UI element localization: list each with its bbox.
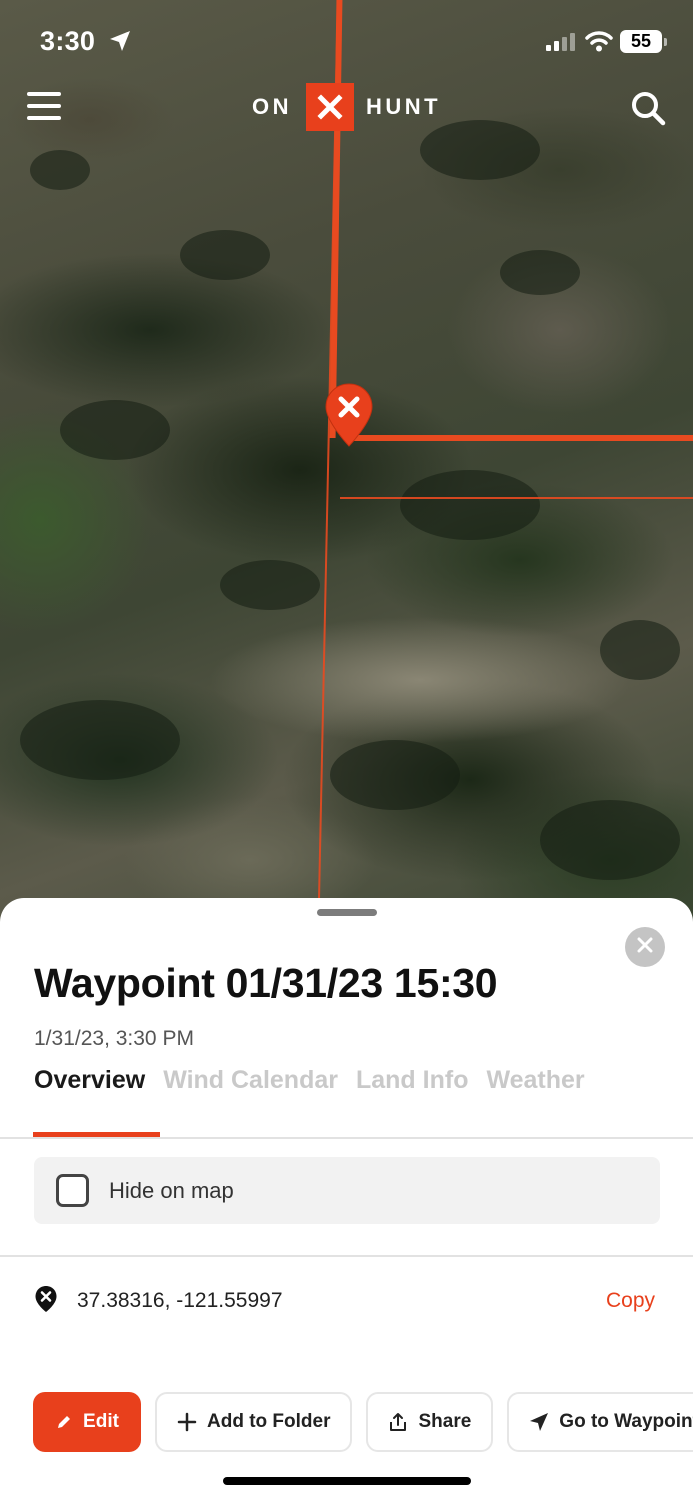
home-indicator	[223, 1477, 471, 1485]
edit-label: Edit	[83, 1411, 119, 1432]
property-boundary-line	[317, 0, 339, 940]
tab-wind-calendar[interactable]: Wind Calendar	[163, 1066, 338, 1095]
wifi-icon	[585, 30, 613, 57]
battery-icon: 55	[620, 30, 667, 53]
add-to-folder-button[interactable]: Add to Folder	[155, 1392, 353, 1452]
close-icon	[637, 937, 653, 958]
hide-on-map-toggle[interactable]: Hide on map	[34, 1157, 660, 1224]
location-arrow-icon	[109, 30, 131, 57]
status-bar: 3:30 55	[0, 0, 693, 80]
tab-land-info[interactable]: Land Info	[356, 1066, 468, 1095]
share-label: Share	[418, 1411, 472, 1432]
share-icon	[388, 1412, 408, 1432]
hide-on-map-label: Hide on map	[109, 1177, 234, 1203]
hide-on-map-checkbox[interactable]	[56, 1174, 89, 1207]
add-to-folder-label: Add to Folder	[207, 1411, 331, 1432]
waypoint-datetime: 1/31/23, 3:30 PM	[34, 1027, 194, 1050]
go-to-waypoint-button[interactable]: Go to Waypoint	[507, 1392, 693, 1452]
sheet-grabber[interactable]	[317, 909, 377, 916]
waypoint-detail-sheet: Waypoint 01/31/23 15:30 1/31/23, 3:30 PM…	[0, 898, 693, 1499]
logo-text-left: ON	[252, 94, 292, 119]
logo-x-icon	[306, 83, 354, 131]
go-to-waypoint-label: Go to Waypoint	[559, 1411, 693, 1432]
edit-button[interactable]: Edit	[33, 1392, 141, 1452]
property-boundary-line	[348, 435, 693, 441]
divider	[0, 1137, 693, 1139]
onx-hunt-logo: ON HUNT	[252, 82, 441, 132]
waypoint-pin-icon[interactable]	[324, 382, 374, 448]
tab-weather[interactable]: Weather	[486, 1066, 584, 1095]
logo-text-right: HUNT	[366, 94, 442, 119]
close-button[interactable]	[625, 927, 665, 967]
pencil-icon	[55, 1413, 73, 1431]
property-boundary-line	[340, 497, 693, 499]
map-view[interactable]	[0, 0, 693, 940]
plus-icon	[177, 1412, 197, 1432]
share-button[interactable]: Share	[366, 1392, 494, 1452]
divider	[0, 1255, 693, 1257]
copy-coordinates-button[interactable]: Copy	[606, 1289, 655, 1313]
coordinates-pin-icon	[34, 1285, 58, 1313]
tab-bar: Overview Wind Calendar Land Info Weather	[34, 1066, 603, 1095]
navigate-icon	[529, 1412, 549, 1432]
waypoint-title: Waypoint 01/31/23 15:30	[34, 960, 498, 1006]
search-icon[interactable]	[630, 90, 666, 126]
signal-icon	[546, 33, 576, 56]
menu-icon[interactable]	[27, 92, 61, 122]
tab-overview[interactable]: Overview	[34, 1066, 145, 1095]
coordinates-text: 37.38316, -121.55997	[77, 1289, 283, 1312]
status-time: 3:30	[40, 26, 96, 56]
action-bar: Edit Add to Folder Share Go to Waypoint	[33, 1392, 693, 1452]
